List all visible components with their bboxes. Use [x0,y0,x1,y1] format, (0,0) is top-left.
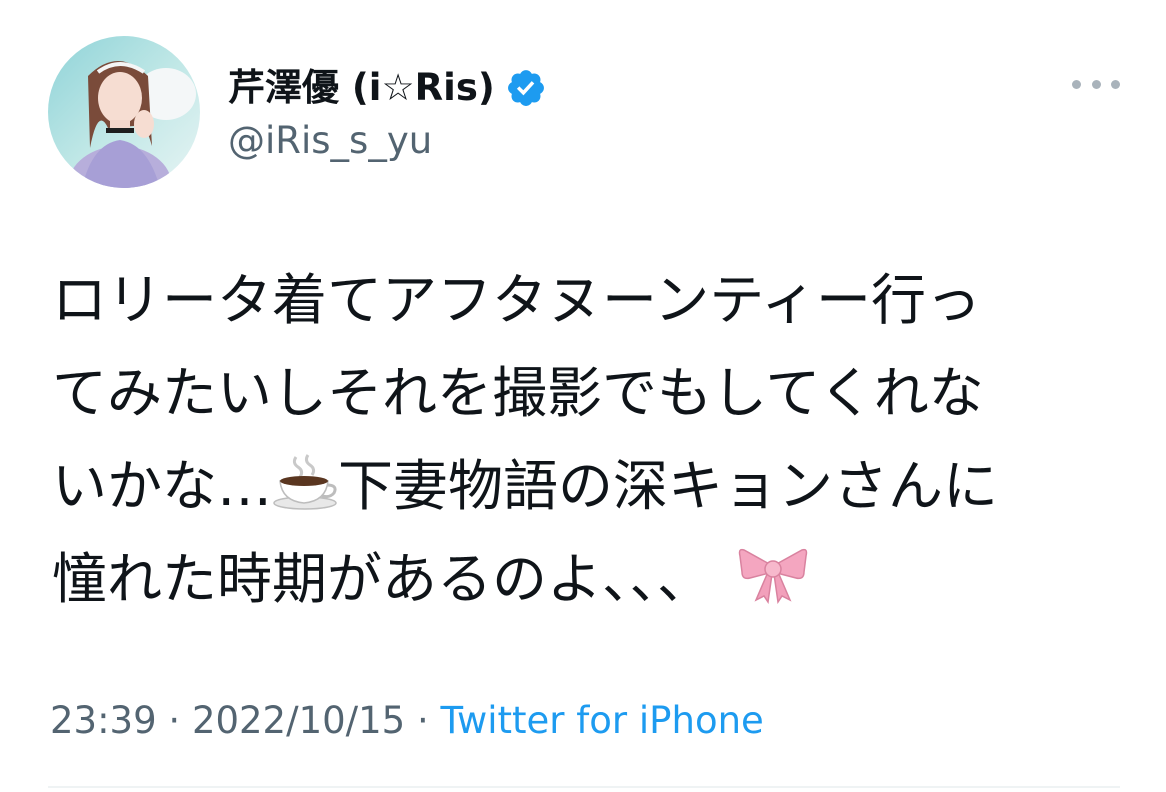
tweet-line: 憧れた時期があるのよ、、、 [52,533,1142,626]
tweet-line-text: 憧れた時期があるのよ、、、 [52,547,713,611]
tweet-line: ロリータ着てアフタヌーンティー行っ [52,254,1142,347]
tweet-line-text: 下妻物語の深キョンさんに [338,454,999,518]
divider [48,786,1120,788]
tweet-line-text: てみたいしそれを撮影でもしてくれな [52,361,984,425]
tweet-line: いかな… 下妻物語の深キョンさんに [52,440,1142,533]
author-handle[interactable]: @iRis_s_yu [228,118,432,164]
tweet-date[interactable]: 2022/10/15 [192,699,405,742]
more-dot [1091,79,1101,89]
ribbon-emoji [738,539,808,632]
author-name-row[interactable]: 芹澤優 (i☆Ris) [228,62,547,114]
tweet-text: ロリータ着てアフタヌーンティー行っ てみたいしそれを撮影でもしてくれな いかな…… [52,254,1142,626]
more-dot [1111,79,1120,89]
tweet-line-text: ロリータ着てアフタヌーンティー行っ [52,268,981,332]
author-display-name: 芹澤優 (i☆Ris) [228,66,495,109]
more-dot [1072,79,1081,89]
tweet-source-link[interactable]: Twitter for iPhone [441,699,764,742]
tweet-line: てみたいしそれを撮影でもしてくれな [52,347,1142,440]
author-avatar[interactable] [48,36,200,188]
tweet-time[interactable]: 23:39 [50,699,157,742]
tweet-meta: 23:39 · 2022/10/15 · Twitter for iPhone [50,694,764,748]
coffee-cup-emoji [272,446,338,539]
tweet-line-text: いかな… [52,454,273,518]
meta-separator: · [405,699,441,742]
verified-badge-icon [505,67,547,109]
more-horizontal-icon[interactable] [1072,72,1120,96]
tweet-card: 芹澤優 (i☆Ris) @iRis_s_yu ロリータ着てアフタヌーンティー行っ… [0,0,1166,792]
avatar-image [48,36,200,188]
meta-separator: · [156,699,192,742]
